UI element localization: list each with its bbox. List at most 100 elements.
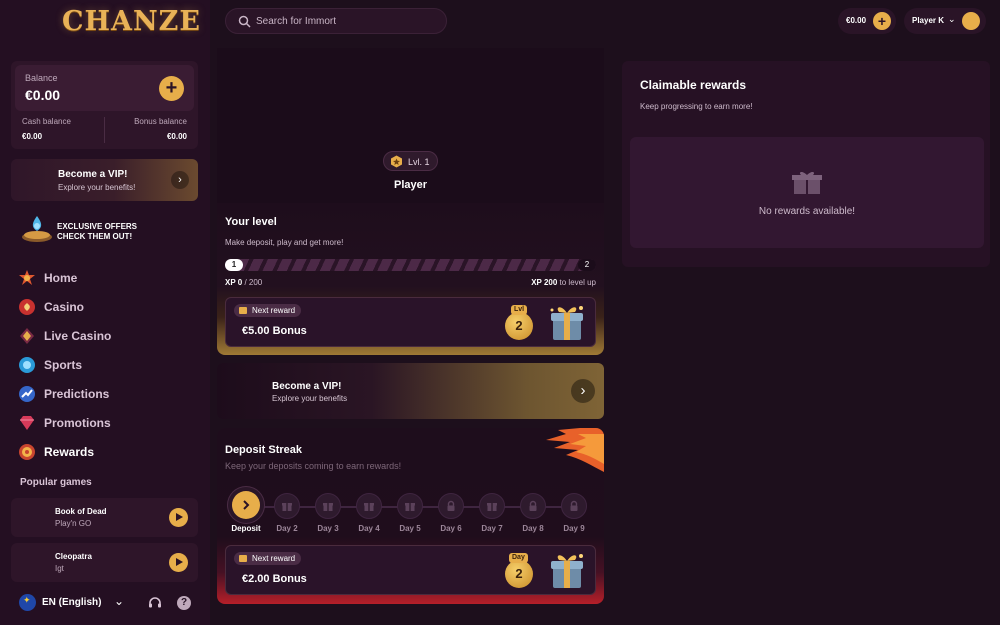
nav-item-home[interactable]: Home xyxy=(18,263,198,292)
xp-needed-value: XP 200 xyxy=(531,278,558,287)
lock-icon xyxy=(438,493,464,519)
exclusive-line2: CHECK THEM OUT! xyxy=(57,232,133,241)
vip-subtitle: Explore your benefits! xyxy=(58,183,136,192)
popular-games-title: Popular games xyxy=(20,477,92,488)
your-level-title: Your level xyxy=(225,216,277,228)
nav-item-promotions[interactable]: Promotions xyxy=(18,408,198,437)
predictions-icon xyxy=(19,385,35,402)
next-reward-label: Next reward xyxy=(252,306,296,315)
empty-state: No rewards available! xyxy=(630,137,984,248)
sidebar: CHANZE Balance €0.00 + Cash balance €0.0… xyxy=(0,0,210,625)
gift-icon xyxy=(397,493,423,519)
nav-item-rewards[interactable]: Rewards xyxy=(18,437,198,466)
vip-banner[interactable]: Become a VIP! Explore your benefits › xyxy=(217,363,604,419)
cash-balance: Cash balance €0.00 xyxy=(22,117,71,141)
play-icon[interactable] xyxy=(169,508,188,527)
vip-banner-title: Become a VIP! xyxy=(272,381,342,392)
plus-icon[interactable]: + xyxy=(873,12,891,30)
brand-logo[interactable]: CHANZE xyxy=(62,6,200,46)
chevron-right-icon[interactable]: › xyxy=(171,171,189,189)
streak-day-deposit[interactable]: Deposit xyxy=(231,491,261,533)
day-label: Day 6 xyxy=(440,524,462,533)
game-provider: Play'n GO xyxy=(55,519,92,528)
reward-amount: €5.00 Bonus xyxy=(242,325,307,337)
nav-label: Promotions xyxy=(44,415,111,430)
xp-total: / 200 xyxy=(244,278,263,287)
language-selector[interactable]: EN (English) xyxy=(42,597,101,608)
help-icon[interactable]: ? xyxy=(177,596,191,610)
headset-icon[interactable] xyxy=(148,596,162,610)
xp-current: XP 0 / 200 xyxy=(225,278,262,287)
streak-day-9: Day 9 xyxy=(559,493,589,533)
xp-needed-suffix: to level up xyxy=(559,278,596,287)
treasure-fountain-icon xyxy=(22,216,52,242)
nav-label: Home xyxy=(44,270,78,285)
streak-next-reward: Next reward €2.00 Bonus 2 Day xyxy=(225,545,596,595)
nav-item-casino[interactable]: Casino xyxy=(18,292,198,321)
your-level-subtitle: Make deposit, play and get more! xyxy=(225,238,344,247)
reward-amount: €2.00 Bonus xyxy=(242,573,307,585)
day-label: Day 5 xyxy=(399,524,421,533)
next-reward-label: Next reward xyxy=(252,554,296,563)
game-card-cleopatra[interactable]: Cleopatra Igt xyxy=(11,543,198,582)
wallet-button[interactable]: €0.00 + xyxy=(838,8,896,34)
next-reward-pill: Next reward xyxy=(234,304,302,317)
xp-value: XP 0 xyxy=(225,278,243,287)
day-coin: 2 xyxy=(505,560,533,588)
nav-item-live-casino[interactable]: Live Casino xyxy=(18,321,198,350)
streak-day-7: Day 7 xyxy=(477,493,507,533)
search-bar xyxy=(225,8,447,34)
cash-balance-label: Cash balance xyxy=(22,117,71,126)
player-panel: Lvl. 1 Player xyxy=(217,48,604,203)
chevron-down-icon[interactable]: ⌄ xyxy=(114,594,124,608)
gift-box-icon xyxy=(551,554,583,588)
level-coin: 2 xyxy=(505,312,533,340)
gift-icon xyxy=(239,307,247,314)
language-bar: EN (English) ⌄ ? xyxy=(11,589,198,617)
lock-icon xyxy=(561,493,587,519)
streak-day-3: Day 3 xyxy=(313,493,343,533)
game-card-book-of-dead[interactable]: Book of Dead Play'n GO xyxy=(11,498,198,537)
day-label: Day 7 xyxy=(481,524,503,533)
exclusive-offers-link[interactable]: EXCLUSIVE OFFERS CHECK THEM OUT! xyxy=(20,212,200,248)
deposit-button[interactable]: + xyxy=(159,76,184,101)
next-level-marker: 2 xyxy=(578,259,596,271)
promotions-icon xyxy=(20,415,34,430)
search-input[interactable] xyxy=(256,14,436,29)
vip-banner-subtitle: Explore your benefits xyxy=(272,394,348,403)
live-casino-icon xyxy=(20,327,34,344)
day-tag: Day xyxy=(509,553,528,563)
nav-item-predictions[interactable]: Predictions xyxy=(18,379,198,408)
streak-day-6: Day 6 xyxy=(436,493,466,533)
your-level-card: Your level Make deposit, play and get mo… xyxy=(217,203,604,355)
bonus-balance: Bonus balance €0.00 xyxy=(134,117,187,141)
balance-label: Balance xyxy=(25,73,58,83)
home-icon xyxy=(19,269,35,285)
day-label: Day 4 xyxy=(358,524,380,533)
game-title: Book of Dead xyxy=(55,507,107,516)
avatar xyxy=(962,12,980,30)
sports-icon xyxy=(19,356,35,373)
gift-icon xyxy=(479,493,505,519)
empty-gift-icon xyxy=(792,171,822,194)
nav-item-sports[interactable]: Sports xyxy=(18,350,198,379)
game-provider: Igt xyxy=(55,564,64,573)
chevron-down-icon: ⌄ xyxy=(948,14,956,24)
nav-label: Rewards xyxy=(44,444,95,459)
balance-value: €0.00 xyxy=(25,87,61,103)
chevron-right-icon[interactable]: › xyxy=(571,379,595,403)
day-label: Day 8 xyxy=(522,524,544,533)
vip-title: Become a VIP! xyxy=(58,169,128,180)
search-icon xyxy=(238,15,251,28)
rewards-icon xyxy=(19,443,35,460)
nav-label: Casino xyxy=(44,299,85,314)
nav-label: Live Casino xyxy=(44,328,112,343)
play-icon[interactable] xyxy=(169,553,188,572)
day-label: Day 3 xyxy=(317,524,339,533)
streak-day-4: Day 4 xyxy=(354,493,384,533)
profile-menu[interactable]: Player K ⌄ xyxy=(904,8,986,34)
level-badge-icon xyxy=(391,155,402,168)
gift-icon xyxy=(274,493,300,519)
vip-promo-card[interactable]: Become a VIP! Explore your benefits! › xyxy=(11,159,198,201)
day-label: Deposit xyxy=(231,524,261,533)
